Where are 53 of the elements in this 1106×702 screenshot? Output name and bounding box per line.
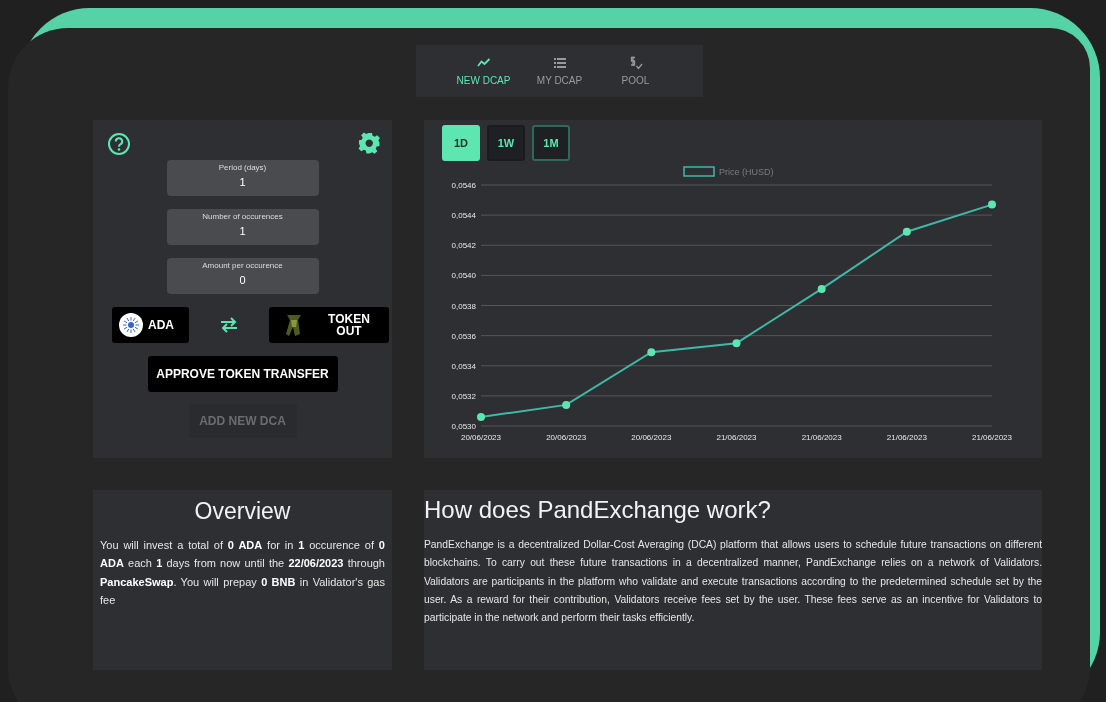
input-field[interactable]: Period (days) 1 <box>166 160 319 196</box>
data-point <box>988 200 996 209</box>
y-axis-label: 0,0544 <box>451 211 476 221</box>
y-axis-label: 0,0540 <box>451 271 476 281</box>
y-axis-label: 0,0538 <box>451 301 476 311</box>
y-axis-label: 0,0532 <box>451 391 476 401</box>
field-label: Period (days) <box>218 163 267 172</box>
range-tab[interactable]: 1W <box>487 125 525 161</box>
nav-tab[interactable]: NEW DCAP <box>448 56 519 86</box>
overview-title: Overview <box>193 498 292 525</box>
about-title: How does PandExchange work? <box>424 496 772 524</box>
x-axis-label: 20/06/2023 <box>546 433 587 442</box>
x-axis-label: 21/06/2023 <box>801 433 842 442</box>
nav-tab[interactable]: POOL <box>600 56 671 86</box>
y-axis-label: 0,0536 <box>451 331 476 341</box>
help-icon[interactable] <box>107 132 131 156</box>
data-point <box>817 284 826 293</box>
x-axis-label: 20/06/2023 <box>631 433 672 442</box>
x-axis-label: 20/06/2023 <box>461 433 501 442</box>
field-label: Number of occurences <box>202 212 283 221</box>
nav-tab[interactable]: MY DCAP <box>524 56 595 86</box>
chart-legend: Price (HUSD) <box>683 166 774 177</box>
range-tab[interactable]: 1M <box>532 125 570 161</box>
about-text: PandExchange is a decentralized Dollar-Cost Averaging (DCA) platform that allows users to schedule future transactions on different blockchains. To carry out these future transactions in a decentralized manner, PandExchange relies on a network of Validators. Validators are participants in the platform who validate and execute transactions according to the predetermined schedule set by the user. As a reward for their contribution, Validators receive fees set by the user. These fees serve as an incentive for Validators to participate in the network and perform their tasks efficiently. <box>424 538 1042 626</box>
overview-text: You will invest a total of 0 ADA for in 1 occurence of 0 ADA each 1 days from now until the 22/06/2023 through PancakeSwap. You will prepay 0 BNB in Validator's gas fee <box>100 538 385 609</box>
y-axis-label: 0,0530 <box>451 422 476 431</box>
y-axis-label: 0,0534 <box>451 361 476 371</box>
input-field[interactable]: Number of occurences 1 <box>166 209 319 245</box>
y-axis-label: 0,0546 <box>451 181 476 190</box>
field-input[interactable]: 0 <box>172 274 313 286</box>
coin-icon <box>118 312 144 338</box>
x-axis-label: 21/06/2023 <box>886 433 927 442</box>
data-point <box>647 348 656 357</box>
legend-label: Price (HUSD) <box>719 167 774 177</box>
dollar-check-icon <box>628 56 643 70</box>
x-axis-label: 21/06/2023 <box>972 433 1012 442</box>
data-point <box>902 227 911 236</box>
x-axis-label: 21/06/2023 <box>716 433 757 442</box>
field-label: Amount per occurence <box>202 261 283 270</box>
swap-icon[interactable] <box>218 316 240 334</box>
y-axis-label: 0,0542 <box>451 241 476 251</box>
data-point <box>562 400 571 409</box>
token-out-button[interactable]: TOKEN OUT <box>269 307 389 343</box>
field-input[interactable]: 1 <box>172 176 313 188</box>
token-in-button[interactable]: ADA <box>112 307 189 343</box>
settings-icon[interactable] <box>358 132 382 156</box>
range-tab[interactable]: 1D <box>442 125 480 161</box>
data-point <box>732 339 741 348</box>
list-icon <box>552 56 567 70</box>
approve-button[interactable]: APPROVE TOKEN TRANSFER <box>147 356 338 392</box>
data-point <box>477 412 485 421</box>
input-field[interactable]: Amount per occurence 0 <box>166 258 319 294</box>
field-input[interactable]: 1 <box>172 225 313 237</box>
